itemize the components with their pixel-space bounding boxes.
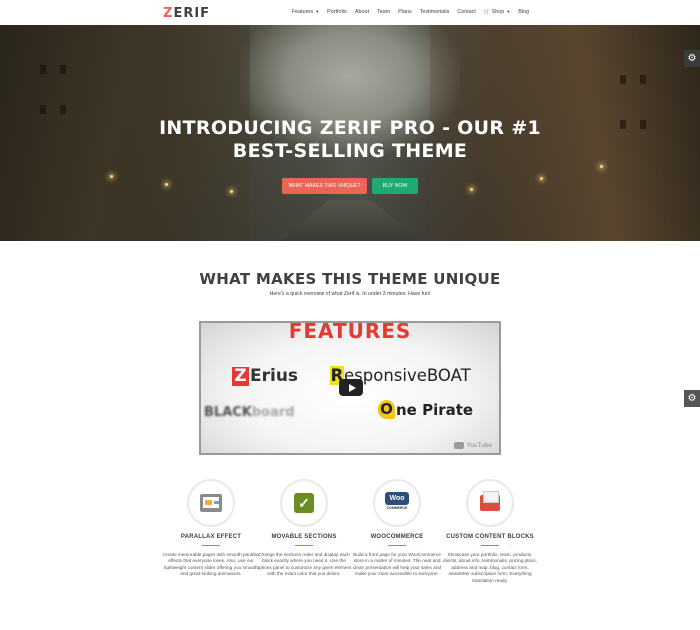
nav-item-about[interactable]: About <box>355 9 369 15</box>
hero-title: INTRODUCING ZERIF PRO - OUR #1 BEST-SELL… <box>159 117 541 162</box>
movable-sections-icon: ✓ <box>294 493 314 513</box>
nav-item-blog[interactable]: Blog <box>518 9 529 15</box>
parallax-icon <box>200 494 222 512</box>
divider <box>202 545 220 546</box>
feature-icon-circle: ✓ <box>280 479 328 527</box>
divider <box>388 545 406 546</box>
woocommerce-icon: Woo COMMERCE <box>385 492 409 514</box>
hero-canal <box>280 200 420 241</box>
what-makes-unique-button[interactable]: WHAT MAKES THIS UNIQUE? <box>282 178 367 194</box>
site-header: ZERIF Features ▼ Portfolio About Team Pla… <box>0 0 700 25</box>
nav-item-contact[interactable]: Contact <box>457 9 476 15</box>
window <box>40 65 46 74</box>
nav-item-features[interactable]: Features ▼ <box>292 9 319 15</box>
feature-icon-circle: Woo COMMERCE <box>373 479 421 527</box>
feature-icon-circle <box>187 479 235 527</box>
window <box>60 65 66 74</box>
hero-section: INTRODUCING ZERIF PRO - OUR #1 BEST-SELL… <box>0 25 700 241</box>
zerius-logo: Z Erius <box>232 366 298 386</box>
divider <box>481 545 499 546</box>
nav-item-testimonials[interactable]: Testimonials <box>420 9 450 15</box>
youtube-icon <box>454 442 465 449</box>
video-heading: FEATURES <box>288 321 412 343</box>
nav-item-portfolio[interactable]: Portfolio <box>327 9 347 15</box>
feature-title: CUSTOM CONTENT BLOCKS <box>446 534 534 540</box>
window <box>40 105 46 114</box>
blackboard-logo: BLACKboard <box>204 405 295 420</box>
nav-item-plans[interactable]: Plans <box>398 9 412 15</box>
custom-content-icon <box>480 491 500 511</box>
street-lamp <box>165 183 168 186</box>
play-button[interactable] <box>339 379 363 396</box>
chevron-down-icon: ▼ <box>315 9 320 14</box>
section-title: WHAT MAKES THIS THEME UNIQUE <box>199 270 501 288</box>
feature-icon-circle <box>466 479 514 527</box>
window <box>620 75 626 84</box>
main-nav: Features ▼ Portfolio About Team Plans Tes… <box>292 9 529 15</box>
window <box>640 75 646 84</box>
nav-item-shop[interactable]: 🛒 Shop ▼ <box>484 9 510 15</box>
street-lamp <box>600 165 603 168</box>
gear-icon[interactable]: ⚙ <box>684 50 700 67</box>
onepirate-logo: One Pirate <box>378 400 473 419</box>
street-lamp <box>540 177 543 180</box>
video-player[interactable]: FEATURES Z Erius ResponsiveBOAT BLACKboar… <box>199 321 501 455</box>
feature-description: Showcase your portfolio, team, products,… <box>442 552 538 583</box>
site-logo[interactable]: ZERIF <box>163 6 210 21</box>
street-lamp <box>470 188 473 191</box>
section-subtitle: Here's a quick overview of what Zerif is… <box>269 291 431 297</box>
gear-icon[interactable]: ⚙ <box>684 390 700 407</box>
chevron-down-icon: ▼ <box>506 9 511 14</box>
window <box>60 105 66 114</box>
buy-now-button[interactable]: BUY NOW <box>372 178 418 194</box>
street-lamp <box>110 175 113 178</box>
youtube-logo[interactable]: YouTube <box>454 442 492 449</box>
feature-custom-content: CUSTOM CONTENT BLOCKS Showcase your port… <box>435 479 545 584</box>
nav-item-team[interactable]: Team <box>377 9 390 15</box>
cart-icon: 🛒 <box>483 9 491 15</box>
divider <box>295 545 313 546</box>
street-lamp <box>230 190 233 193</box>
